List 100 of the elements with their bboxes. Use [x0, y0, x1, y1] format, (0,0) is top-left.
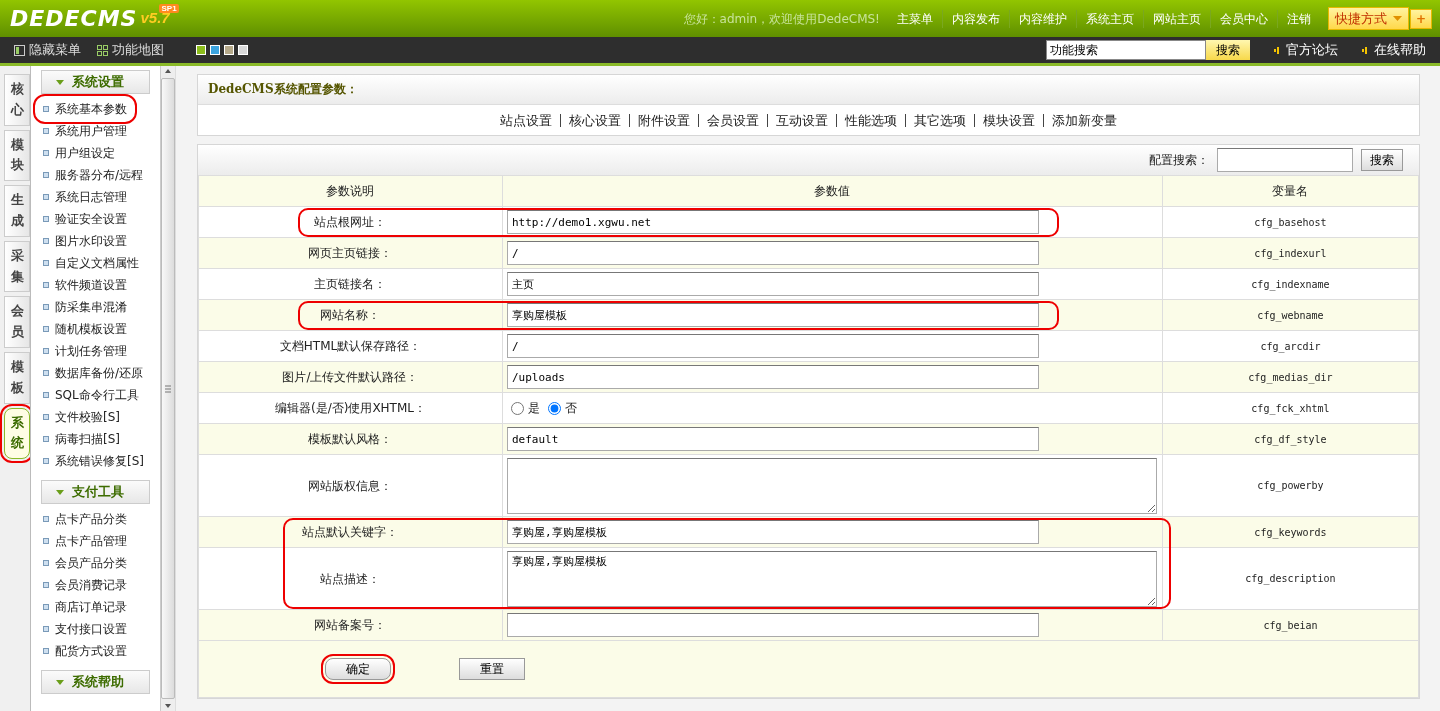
bullet-icon — [43, 560, 49, 566]
field-label: 主页链接名： — [198, 268, 503, 300]
section-link[interactable]: 附件设置 — [629, 113, 698, 127]
side-tab[interactable]: 采集 — [4, 240, 30, 293]
signal-icon — [1362, 45, 1368, 55]
field-label: 图片/上传文件默认路径： — [198, 361, 503, 393]
quick-menu-button[interactable]: 快捷方式 — [1327, 6, 1409, 31]
section-link[interactable]: 会员设置 — [698, 113, 767, 127]
radio-option[interactable]: 是 — [511, 399, 540, 417]
input-field[interactable] — [507, 613, 1039, 637]
side-tab[interactable]: 模块 — [4, 129, 30, 182]
menu-item[interactable]: 用户组设定 — [37, 142, 121, 164]
menu-group-header[interactable]: 系统设置 — [41, 70, 150, 94]
variable-name: cfg_fck_xhtml — [1162, 392, 1419, 424]
input-field[interactable]: 享购屋模板 — [507, 303, 1039, 327]
section-link[interactable]: 模块设置 — [974, 113, 1043, 127]
menu-item[interactable]: 随机模板设置 — [37, 318, 133, 340]
input-field[interactable]: / — [507, 334, 1039, 358]
variable-name: cfg_basehost — [1162, 206, 1419, 238]
variable-name: cfg_description — [1162, 547, 1419, 610]
menu-item[interactable]: 点卡产品管理 — [37, 530, 133, 552]
search-button[interactable]: 搜索 — [1206, 40, 1250, 60]
menu-item[interactable]: 软件频道设置 — [37, 274, 133, 296]
input-field[interactable]: / — [507, 241, 1039, 265]
variable-name: cfg_keywords — [1162, 516, 1419, 548]
menu-item[interactable]: 会员消费记录 — [37, 574, 133, 596]
bullet-icon — [43, 392, 49, 398]
menu-item[interactable]: 服务器分布/远程 — [37, 164, 150, 186]
theme-swatch[interactable] — [224, 45, 234, 55]
input-field[interactable]: 主页 — [507, 272, 1039, 296]
section-link[interactable]: 添加新变量 — [1043, 113, 1125, 127]
menu-item[interactable]: 病毒扫描[S] — [37, 428, 126, 450]
bullet-icon — [43, 194, 49, 200]
theme-swatch[interactable] — [210, 45, 220, 55]
section-link[interactable]: 其它选项 — [905, 113, 974, 127]
grip-icon[interactable] — [165, 384, 171, 393]
menu-item[interactable]: 自定义文档属性 — [37, 252, 145, 274]
side-tab[interactable]: 会员 — [4, 296, 30, 348]
side-tab[interactable]: 核心 — [4, 74, 30, 126]
caret-icon — [56, 489, 64, 495]
menu-item[interactable]: 点卡产品分类 — [37, 508, 133, 530]
field-label: 网站版权信息： — [198, 454, 503, 517]
menu-item[interactable]: 会员产品分类 — [37, 552, 133, 574]
menu-item[interactable]: 系统错误修复[S] — [37, 450, 150, 472]
config-search-field[interactable] — [1217, 148, 1353, 172]
menu-item[interactable]: 图片水印设置 — [37, 230, 133, 252]
field-label: 站点根网址： — [198, 206, 503, 238]
menu-item[interactable]: 支付接口设置 — [37, 618, 133, 640]
bullet-icon — [43, 516, 49, 522]
field-label: 站点默认关键字： — [198, 516, 503, 548]
bullet-icon — [43, 172, 49, 178]
field-label: 站点描述： — [198, 547, 503, 610]
menu-item[interactable]: 验证安全设置 — [37, 208, 133, 230]
logo: DEDECMS — [10, 6, 138, 31]
input-field[interactable]: default — [507, 427, 1039, 451]
form-button[interactable]: 重置 — [459, 658, 525, 680]
variable-name: cfg_powerby — [1162, 454, 1419, 517]
menu-item[interactable]: 系统日志管理 — [37, 186, 133, 208]
theme-swatch[interactable] — [238, 45, 248, 55]
menu-group-header[interactable]: 支付工具 — [41, 480, 150, 504]
input-field[interactable]: http://demo1.xgwu.net — [507, 210, 1039, 234]
side-tab[interactable]: 生成 — [4, 185, 30, 237]
scroll-up-icon[interactable] — [165, 69, 171, 73]
section-link[interactable]: 核心设置 — [560, 113, 629, 127]
hide-menu-link[interactable]: 隐藏菜单 — [14, 40, 81, 60]
text-area[interactable]: 享购屋,享购屋模板 — [507, 550, 1157, 607]
menu-item[interactable]: 系统基本参数 — [37, 98, 133, 120]
signal-icon — [1274, 45, 1280, 55]
bullet-icon — [43, 106, 49, 112]
bullet-icon — [43, 260, 49, 266]
field-label: 网页主页链接： — [198, 237, 503, 269]
bullet-icon — [43, 238, 49, 244]
menu-item[interactable]: 配货方式设置 — [37, 640, 133, 662]
toolbar-link[interactable]: 在线帮助 — [1362, 40, 1426, 60]
menu-group-header[interactable]: 系统帮助 — [41, 670, 150, 694]
section-link[interactable]: 站点设置 — [492, 113, 560, 127]
menu-item[interactable]: 数据库备份/还原 — [37, 362, 150, 384]
caret-icon — [56, 79, 64, 85]
input-field[interactable]: /uploads — [507, 365, 1039, 389]
bullet-icon — [43, 582, 49, 588]
menu-item[interactable]: 文件校验[S] — [37, 406, 126, 428]
radio-option[interactable]: 否 — [548, 399, 577, 417]
scroll-down-icon[interactable] — [165, 704, 171, 708]
text-area[interactable] — [507, 457, 1157, 514]
site-map-link[interactable]: 功能地图 — [97, 40, 164, 60]
search-field[interactable]: 功能搜索 — [1046, 40, 1206, 60]
section-link[interactable]: 互动设置 — [767, 113, 836, 127]
theme-swatch[interactable] — [196, 45, 206, 55]
side-tab[interactable]: 模板 — [4, 351, 30, 404]
menu-item[interactable]: SQL命令行工具 — [37, 384, 145, 406]
toolbar-link[interactable]: 官方论坛 — [1274, 40, 1338, 60]
bullet-icon — [43, 304, 49, 310]
menu-item[interactable]: 系统用户管理 — [37, 120, 133, 142]
input-field[interactable]: 享购屋,享购屋模板 — [507, 520, 1039, 544]
menu-item[interactable]: 计划任务管理 — [37, 340, 133, 362]
menu-item[interactable]: 防采集串混淆 — [37, 296, 133, 318]
section-link[interactable]: 性能选项 — [836, 113, 905, 127]
variable-name: cfg_arcdir — [1162, 330, 1419, 362]
menu-item[interactable]: 商店订单记录 — [37, 596, 133, 618]
search-button[interactable]: 搜索 — [1361, 149, 1403, 171]
